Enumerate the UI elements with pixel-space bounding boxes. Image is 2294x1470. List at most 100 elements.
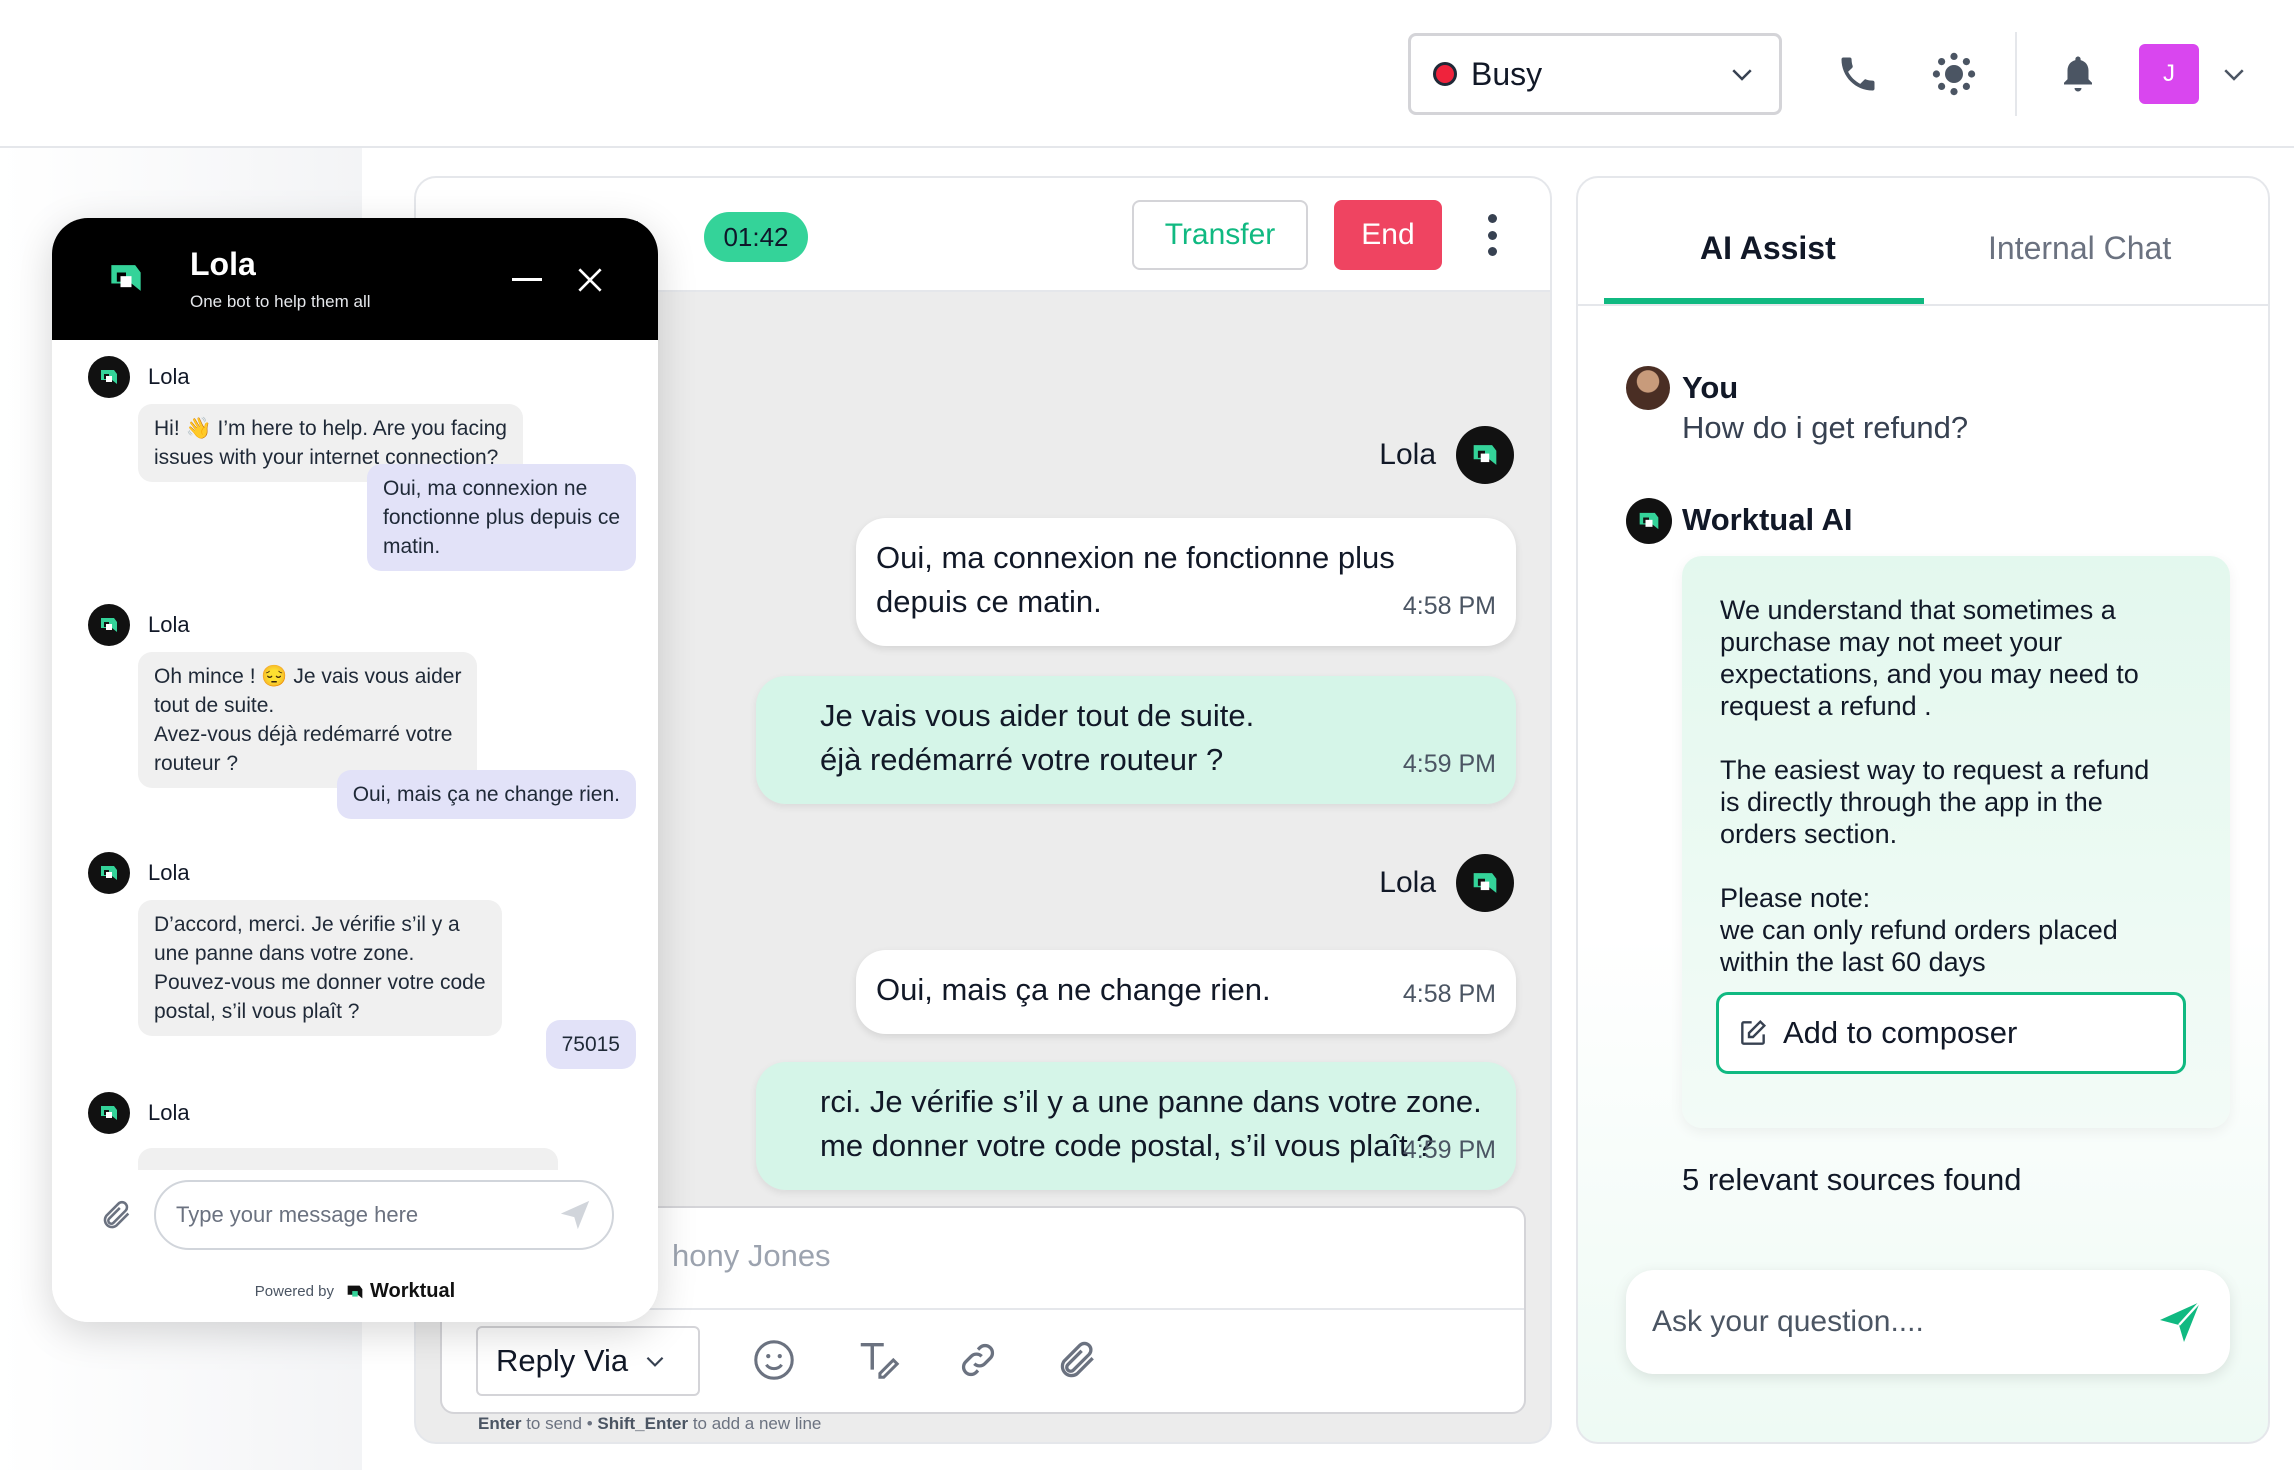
send-icon[interactable] (2156, 1298, 2204, 1346)
ai-answer-paragraph: Please note: we can only refund orders p… (1720, 883, 2118, 977)
ask-placeholder: Ask your question.... (1652, 1305, 1924, 1338)
bot-sender-row: Lola (88, 852, 190, 894)
send-icon[interactable] (558, 1198, 592, 1232)
widget-input-area: Type your message here Powered by Worktu… (52, 1170, 658, 1322)
chat-widget: Lola One bot to help them all Lola Hi! 👋… (52, 218, 658, 1322)
link-icon[interactable] (950, 1332, 1006, 1388)
message-time: 4:58 PM (1402, 592, 1496, 620)
hint-to-send: to send • (526, 1414, 593, 1433)
hint-enter-key: Enter (478, 1414, 522, 1433)
user-photo-avatar (1626, 366, 1670, 410)
user-label: You (1682, 370, 1739, 405)
settings-icon[interactable] (1924, 44, 1984, 104)
bot-logo-icon (1456, 426, 1514, 484)
message-time: 4:59 PM (1402, 1136, 1496, 1164)
message-sender: Lola (1379, 426, 1514, 484)
message-bubble: Je vais vous aider tout de suite. éjà re… (756, 676, 1516, 804)
widget-subtitle: One bot to help them all (190, 292, 371, 311)
widget-title: Lola (190, 246, 256, 282)
attachment-icon[interactable] (1050, 1332, 1106, 1388)
status-dropdown[interactable]: Busy (1408, 33, 1782, 115)
emoji-icon[interactable] (746, 1332, 802, 1388)
composer-hint: Enter to send • Shift_Enter to add a new… (478, 1414, 821, 1434)
bot-message-bubble (138, 1148, 558, 1170)
message-line: rci. Je vérifie s’il y a une panne dans … (820, 1084, 1482, 1119)
bot-sender-row: Lola (88, 604, 190, 646)
bot-logo-icon (88, 1092, 130, 1134)
tab-ai-assist[interactable]: AI Assist (1700, 230, 1836, 267)
sources-found-text[interactable]: 5 relevant sources found (1682, 1162, 2022, 1198)
message-bubble: Oui, ma connexion ne fonctionne plus dep… (856, 518, 1516, 646)
bot-name: Lola (148, 364, 190, 389)
bot-name: Lola (148, 612, 190, 637)
ask-question-input[interactable]: Ask your question.... (1626, 1270, 2230, 1374)
bot-message-bubble: D’accord, merci. Je vérifie s’il y a une… (138, 900, 502, 1036)
top-bar: Busy J (0, 0, 2294, 148)
widget-header: Lola One bot to help them all (52, 218, 658, 340)
hint-shift-enter-key: Shift_Enter (597, 1414, 689, 1433)
message-line: me donner votre code postal, s’il vous p… (820, 1128, 1434, 1163)
call-timer-badge: 01:42 (704, 212, 808, 262)
account-menu-chevron-icon[interactable] (2204, 44, 2264, 104)
bot-logo-icon (88, 356, 130, 398)
bot-message-bubble: Oh mince ! 😔 Je vais vous aider tout de … (138, 652, 478, 788)
powered-by-text: Powered by (254, 1283, 334, 1300)
chevron-down-icon (1727, 59, 1757, 89)
message-line: éjà redémarré votre routeur ? (820, 742, 1224, 777)
worktual-ai-logo-icon (1626, 498, 1672, 544)
brand-logo: Worktual (344, 1280, 455, 1303)
message-bubble: rci. Je vérifie s’il y a une panne dans … (756, 1062, 1516, 1190)
status-indicator-dot (1433, 62, 1457, 86)
user-message-bubble: 75015 (545, 1020, 636, 1069)
tab-divider (1578, 304, 2268, 306)
paperclip-icon[interactable] (100, 1198, 134, 1232)
message-time: 4:59 PM (1402, 750, 1496, 778)
brand-name: Worktual (370, 1280, 456, 1302)
ai-label: Worktual AI (1682, 502, 1853, 537)
add-to-composer-label: Add to composer (1783, 1015, 2018, 1050)
widget-input-placeholder: Type your message here (176, 1202, 419, 1227)
bot-logo-icon (1456, 854, 1514, 912)
bot-name: Lola (148, 1100, 190, 1125)
widget-logo-icon (104, 256, 148, 300)
bot-sender-row: Lola (88, 356, 190, 398)
chevron-down-icon (642, 1348, 668, 1374)
bot-logo-icon (88, 604, 130, 646)
ai-assist-panel: AI Assist Internal Chat You How do i get… (1576, 176, 2270, 1444)
bot-logo-icon (88, 852, 130, 894)
text-format-icon[interactable] (850, 1332, 906, 1388)
more-options-icon[interactable] (1480, 210, 1504, 260)
user-question: How do i get refund? (1682, 410, 1969, 445)
sender-name: Lola (1379, 866, 1436, 899)
phone-icon[interactable] (1828, 44, 1888, 104)
ai-answer-card: We understand that sometimes a purchase … (1682, 556, 2230, 1128)
end-call-button[interactable]: End (1334, 200, 1442, 270)
message-sender: Lola (1379, 854, 1514, 912)
edit-icon (1737, 1017, 1769, 1049)
bot-sender-row: Lola (88, 1092, 190, 1134)
ai-answer-paragraph: The easiest way to request a refund is d… (1720, 755, 2150, 849)
user-message-bubble: Oui, ma connexion ne fonctionne plus dep… (367, 464, 636, 571)
ai-answer-paragraph: We understand that sometimes a purchase … (1720, 595, 2139, 721)
reply-via-dropdown[interactable]: Reply Via (476, 1326, 700, 1396)
user-avatar[interactable]: J (2139, 44, 2199, 104)
top-bar-divider (2015, 32, 2017, 116)
close-icon[interactable] (574, 264, 606, 296)
sender-name: Lola (1379, 438, 1436, 471)
bot-name: Lola (148, 860, 190, 885)
widget-message-input[interactable]: Type your message here (154, 1180, 614, 1250)
message-line: Je vais vous aider tout de suite. (820, 698, 1255, 733)
minimize-icon[interactable] (512, 278, 542, 281)
composer-input[interactable]: hony Jones (672, 1238, 831, 1274)
powered-by: Powered by Worktual (52, 1280, 658, 1303)
bell-icon[interactable] (2048, 44, 2108, 104)
transfer-button[interactable]: Transfer (1132, 200, 1308, 270)
user-message-bubble: Oui, mais ça ne change rien. (336, 770, 636, 819)
tab-internal-chat[interactable]: Internal Chat (1988, 230, 2171, 267)
message-bubble: Oui, mais ça ne change rien. 4:58 PM (856, 950, 1516, 1034)
status-label: Busy (1471, 55, 1543, 92)
add-to-composer-button[interactable]: Add to composer (1716, 992, 2186, 1074)
reply-via-label: Reply Via (496, 1343, 629, 1378)
message-line: Oui, ma connexion ne fonctionne plus (876, 540, 1395, 575)
hint-new-line: to add a new line (692, 1414, 822, 1433)
